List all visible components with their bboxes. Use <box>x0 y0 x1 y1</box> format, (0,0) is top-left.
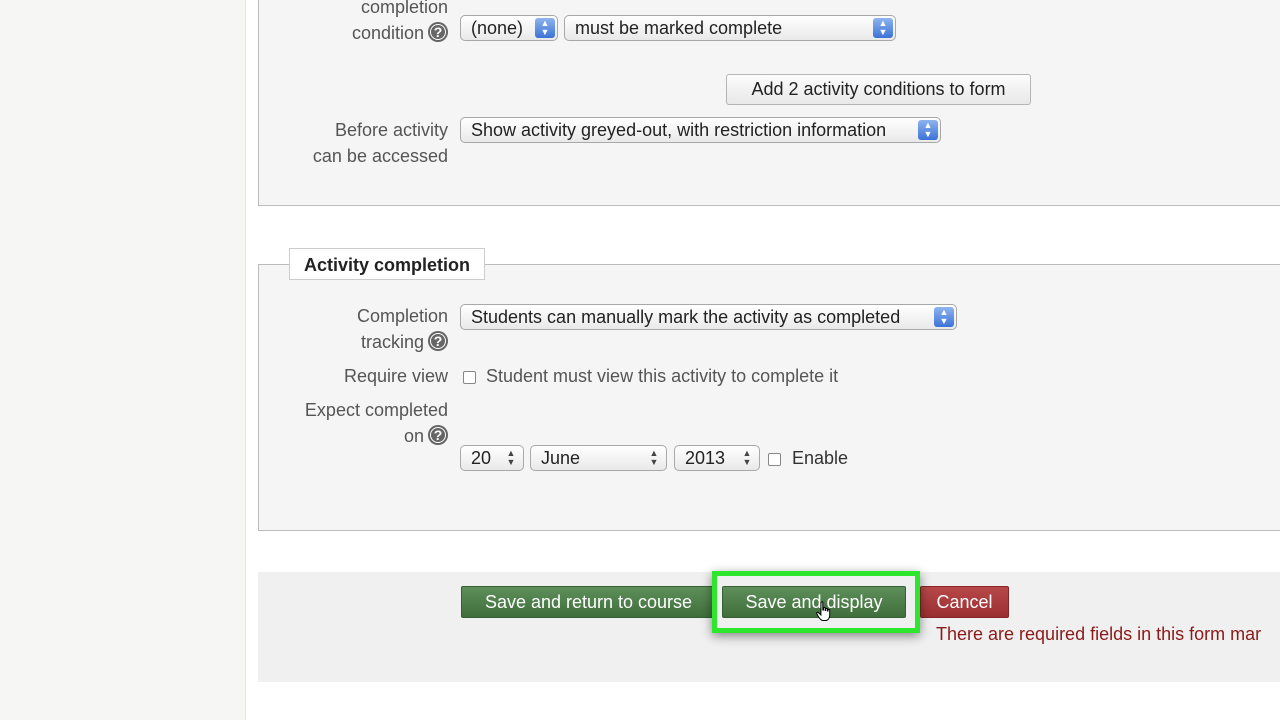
select-arrows-icon: ▲ ▼ <box>873 18 893 38</box>
condition-activity-value: (none) <box>471 18 524 38</box>
completion-tracking-value: Students can manually mark the activity … <box>471 307 901 327</box>
require-view-checkbox[interactable] <box>463 371 476 384</box>
required-fields-message: There are required fields in this form m… <box>936 624 1262 644</box>
select-arrows-icon: ▲ ▼ <box>742 448 752 467</box>
condition-label-line2: condition <box>351 23 424 43</box>
select-arrows-icon: ▲ ▼ <box>918 120 938 140</box>
before-access-label-line1: Before activity <box>334 120 448 140</box>
condition-label-line1: completion <box>360 0 448 17</box>
select-arrows-icon: ▲ ▼ <box>506 448 516 467</box>
require-view-checkbox-label[interactable]: Student must view this activity to compl… <box>486 363 838 389</box>
save-and-display-button[interactable]: Save and display <box>722 586 906 618</box>
save-and-return-button[interactable]: Save and return to course <box>461 586 716 618</box>
select-arrows-icon: ▲ ▼ <box>535 18 555 38</box>
condition-requirement-select[interactable]: must be marked complete ▲ ▼ <box>564 15 896 41</box>
select-arrows-icon: ▲ ▼ <box>649 448 659 467</box>
hand-cursor-icon <box>816 601 832 628</box>
before-access-value: Show activity greyed-out, with restricti… <box>471 120 887 140</box>
help-icon[interactable]: ? <box>428 425 448 446</box>
add-activity-conditions-button[interactable]: Add 2 activity conditions to form <box>726 74 1031 105</box>
completion-tracking-label: Completion tracking? <box>300 303 448 355</box>
before-access-label: Before activity can be accessed <box>290 117 448 169</box>
cancel-button[interactable]: Cancel <box>920 586 1009 618</box>
completion-tracking-label-line2: tracking <box>360 332 424 352</box>
before-access-label-line2: can be accessed <box>312 146 448 166</box>
activity-completion-legend[interactable]: Activity completion <box>289 248 486 280</box>
condition-label: completion condition? <box>330 0 448 46</box>
help-icon[interactable]: ? <box>428 331 448 352</box>
expect-day-value: 20 <box>471 448 492 468</box>
expect-day-select[interactable]: 20 ▲ ▼ <box>460 445 524 471</box>
expect-completed-label-line2: on <box>403 426 424 446</box>
expect-year-value: 2013 <box>685 448 726 468</box>
completion-tracking-label-line1: Completion <box>356 306 448 326</box>
expect-enable-checkbox[interactable] <box>768 453 781 466</box>
before-access-select[interactable]: Show activity greyed-out, with restricti… <box>460 117 941 143</box>
help-icon[interactable]: ? <box>428 22 448 43</box>
select-arrows-icon: ▲ ▼ <box>934 307 954 327</box>
expect-month-select[interactable]: June ▲ ▼ <box>530 445 667 471</box>
expect-year-select[interactable]: 2013 ▲ ▼ <box>674 445 760 471</box>
left-gutter <box>0 0 246 720</box>
expect-month-value: June <box>541 448 581 468</box>
condition-requirement-value: must be marked complete <box>575 18 783 38</box>
expect-completed-label: Expect completed on? <box>280 397 448 449</box>
require-view-label: Require view <box>343 366 448 386</box>
condition-activity-select[interactable]: (none) ▲ ▼ <box>460 15 558 41</box>
completion-tracking-select[interactable]: Students can manually mark the activity … <box>460 304 957 330</box>
expect-completed-label-line1: Expect completed <box>304 400 448 420</box>
expect-enable-label[interactable]: Enable <box>792 445 848 471</box>
